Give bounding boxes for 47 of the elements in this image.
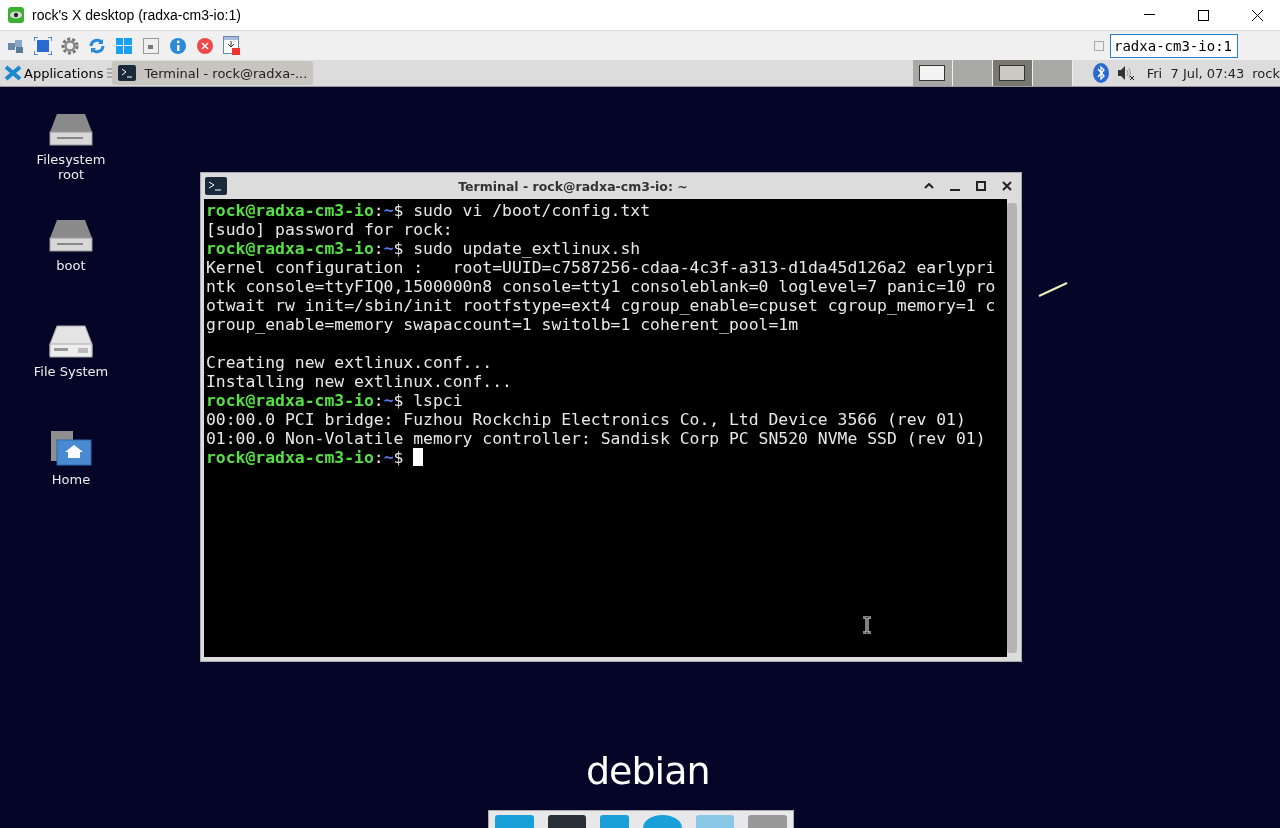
applications-menu[interactable]: Applications [0,65,108,81]
close-icon[interactable] [1002,181,1012,191]
x-logo-icon [4,65,22,81]
speaker-muted-icon [1116,65,1135,81]
app-logo-icon [8,7,24,23]
home-folder-icon [50,430,92,466]
taskbar-button[interactable]: Terminal - rock@radxa-... [112,61,314,85]
desktop-icon-label[interactable]: boot [26,258,116,273]
text-cursor-icon [862,616,872,634]
desktop-icon-label[interactable]: File System [26,364,116,379]
clock[interactable]: Fri 7 Jul, 07:43 [1146,65,1245,81]
terminal-line: [sudo] password for rock: [206,220,454,239]
terminal-line: rock@radxa-cm3-io:~$ sudo vi /boot/config.txt [206,201,652,220]
terminal-line: ntk console=ttyFIQ0,1500000n8 console=tty1 consoleblank=0 loglevel=7 panic=10 ro [206,277,997,296]
host-field[interactable]: radxa-cm3-io:1 [1110,33,1238,58]
workspace-button[interactable] [912,60,953,86]
maximize-icon[interactable] [1197,9,1209,21]
caret-up-icon[interactable] [924,183,934,189]
user-name[interactable]: rock [1252,65,1280,81]
separator-handle-icon [107,68,113,78]
terminal-title: Terminal - rock@radxa-cm3-io: ~ [457,178,689,194]
hard-drive-icon [49,324,93,358]
close-icon[interactable] [1251,9,1263,21]
logo-text: debian [586,749,710,793]
terminal-line: 00:00.0 PCI bridge: Fuzhou Rockchip Electronics Co., Ltd Device 3566 (rev 01) [206,410,967,429]
stroke-drawing [1038,282,1068,298]
terminal-line: 01:00.0 Non-Volatile memory controller: Sandisk Corp PC SN520 NVMe SSD (rev 01) [206,429,987,448]
terminal-line: group_enable=memory swapaccount=1 switolb=1 coherent_pool=1m [206,315,800,334]
terminal-line: Installing new extlinux.conf... [206,372,513,391]
minimize-icon[interactable] [1143,14,1155,16]
desktop-icon-label[interactable]: Home [26,472,116,487]
hard-drive-icon [49,218,93,252]
terminal-line: Creating new extlinux.conf... [206,353,494,372]
terminal-line: otwait rw init=/sbin/init rootfstype=ext4 cgroup_enable=cpuset cgroup_memory=1 c [206,296,997,315]
fullscreen-icon[interactable] [31,34,54,57]
maximize-icon[interactable] [976,181,986,191]
terminal-line: rock@radxa-cm3-io:~$ [206,448,1005,467]
desktop-icon-label[interactable]: Filesystem root [26,152,116,182]
terminal-line: rock@radxa-cm3-io:~$ sudo update_extlinux.sh [206,239,642,258]
window-download-icon[interactable] [220,34,243,57]
workspace-button[interactable] [992,60,1033,86]
bluetooth-icon [1092,63,1109,83]
checkbox-icon [1094,40,1104,51]
window-title: rock's X desktop (radxa-cm3-io:1) [32,7,242,23]
hard-drive-icon [49,112,93,146]
terminal-line: Kernel configuration : root=UUID=c7587256-cdaa-4c3f-a313-d1da45d126a2 earlypri [206,258,997,277]
terminal-line: rock@radxa-cm3-io:~$ lspci [206,391,464,410]
